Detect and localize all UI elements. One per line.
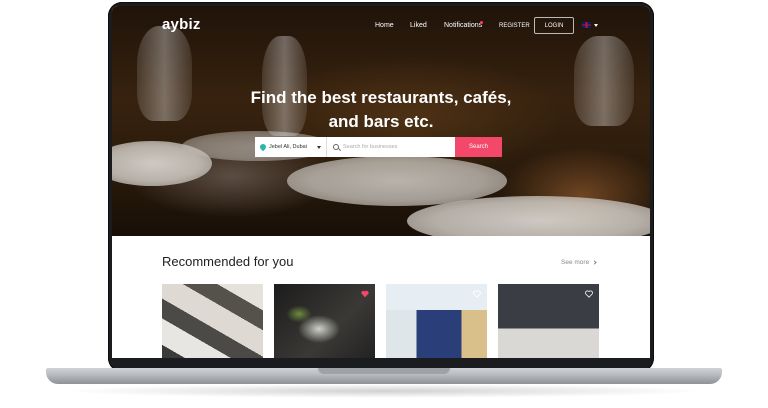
search-button[interactable]: Search	[455, 137, 502, 157]
brand-logo[interactable]: aybiz	[162, 16, 201, 33]
hero-content: aybiz Home Liked Notifications REGISTER …	[112, 6, 650, 236]
laptop-notch	[318, 368, 450, 374]
search-input[interactable]	[343, 144, 449, 150]
recommended-cards	[162, 284, 599, 358]
business-card[interactable]	[274, 284, 375, 358]
uk-flag-icon	[582, 22, 591, 28]
nav-liked[interactable]: Liked	[410, 22, 427, 29]
nav-home[interactable]: Home	[375, 22, 394, 29]
login-button[interactable]: LOGIN	[534, 17, 574, 34]
headline-line-2: and bars etc.	[328, 112, 434, 131]
chevron-down-icon	[594, 23, 598, 27]
hero-section: aybiz Home Liked Notifications REGISTER …	[112, 6, 650, 236]
location-value: Jebel Ali, Dubai	[269, 144, 307, 150]
chevron-right-icon	[592, 260, 597, 265]
hero-headline: Find the best restaurants, cafés, and ba…	[112, 86, 650, 134]
search-icon	[333, 144, 339, 150]
notification-dot-icon	[480, 21, 483, 24]
search-bar: Jebel Ali, Dubai Search	[255, 137, 502, 157]
see-more-label: See more	[561, 259, 590, 266]
map-pin-icon	[258, 142, 268, 152]
laptop-shadow	[60, 384, 708, 398]
business-card[interactable]	[162, 284, 263, 358]
chevron-down-icon	[317, 145, 321, 149]
heart-icon[interactable]	[361, 290, 369, 298]
nav-notifications[interactable]: Notifications	[444, 22, 482, 29]
screen: aybiz Home Liked Notifications REGISTER …	[112, 6, 650, 358]
section-title: Recommended for you	[162, 254, 294, 269]
nav-register[interactable]: REGISTER	[499, 23, 530, 29]
location-select[interactable]: Jebel Ali, Dubai	[255, 137, 327, 157]
search-field	[327, 137, 455, 157]
heart-icon[interactable]	[585, 290, 593, 298]
business-card[interactable]	[498, 284, 599, 358]
top-nav: aybiz Home Liked Notifications REGISTER …	[112, 14, 650, 36]
heart-icon[interactable]	[473, 290, 481, 298]
see-more-link[interactable]: See more	[561, 259, 597, 266]
business-card[interactable]	[386, 284, 487, 358]
language-selector[interactable]	[582, 22, 598, 28]
headline-line-1: Find the best restaurants, cafés,	[250, 88, 512, 107]
